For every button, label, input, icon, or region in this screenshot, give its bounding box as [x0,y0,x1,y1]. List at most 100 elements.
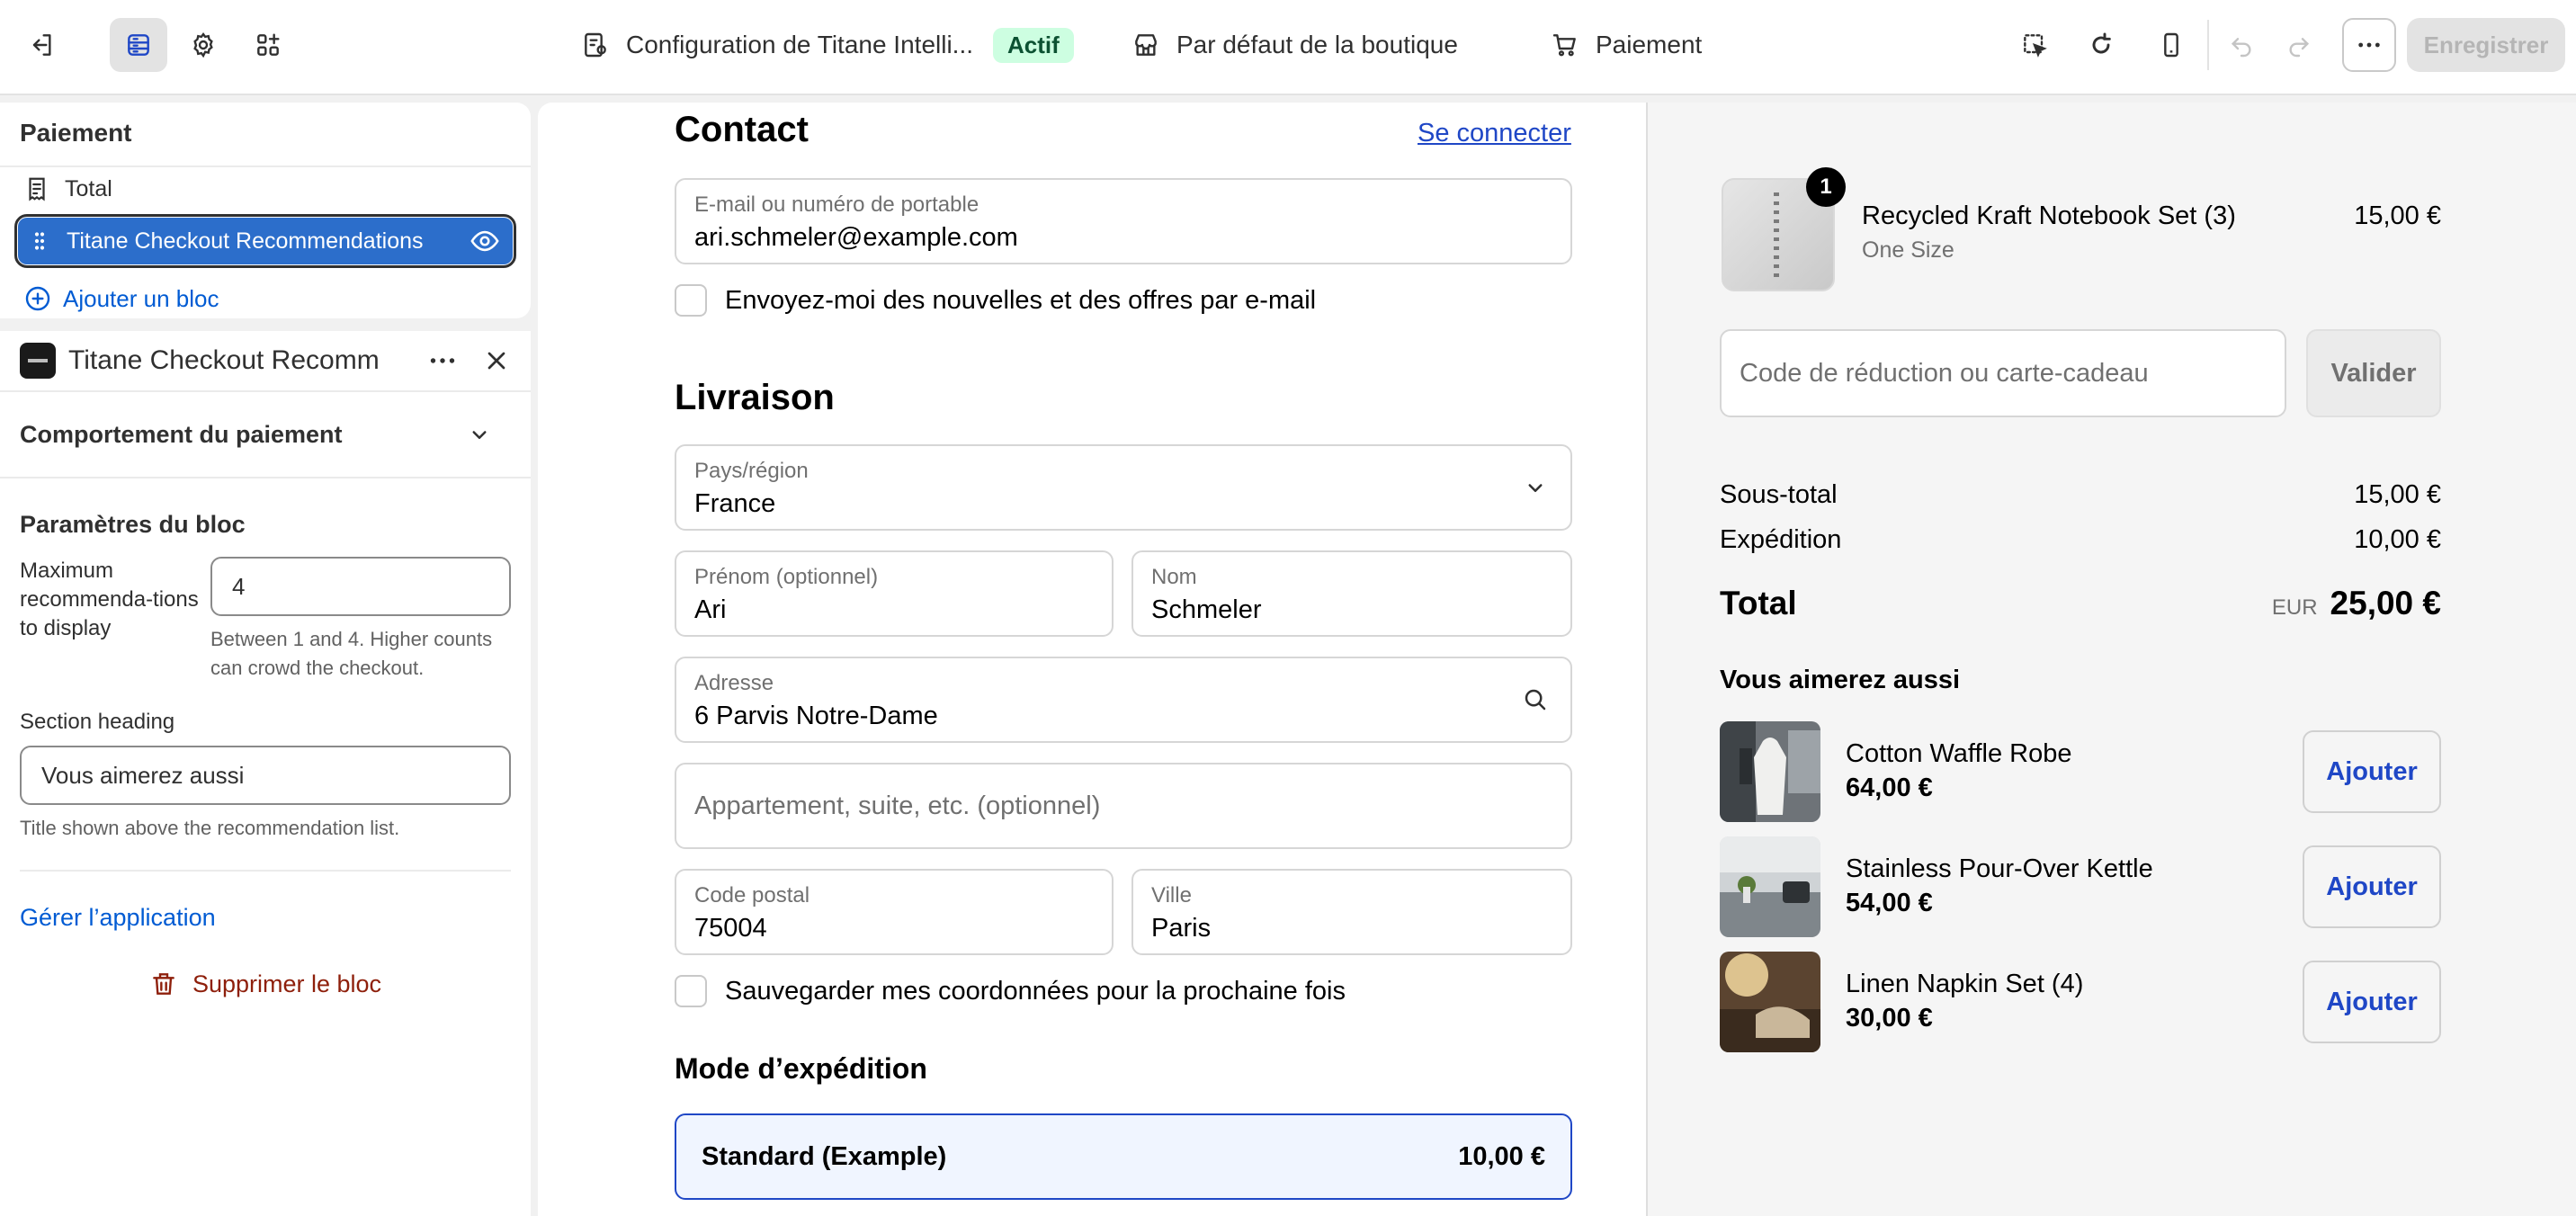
product-name: Recycled Kraft Notebook Set (3) [1862,201,2236,230]
address-field[interactable]: Adresse 6 Parvis Notre-Dame [675,657,1572,743]
subtotal-row: Sous-total 15,00 € [1720,480,2441,510]
checkout-behavior-toggle[interactable]: Comportement du paiement [0,392,531,478]
shipping-method-title: Mode d’expédition [675,1052,927,1085]
newsletter-checkbox[interactable] [675,284,707,317]
city-field[interactable]: Ville Paris [1131,869,1572,955]
recommendation-price: 30,00 € [1846,1004,1933,1033]
section-item-label: Total [65,175,112,201]
page-context-crumb[interactable]: Paiement [1551,25,1702,65]
cart-icon [1552,34,1576,57]
apartment-field[interactable]: Appartement, suite, etc. (optionnel) [675,763,1572,849]
max-recommendations-label: Maximum recommenda-tions to display [20,559,199,640]
receipt-icon [29,177,45,201]
refresh-button[interactable] [2072,18,2130,72]
product-image [1720,836,1820,937]
email-field[interactable]: E-mail ou numéro de portable ari.schmele… [675,178,1572,264]
firstname-label: Prénom (optionnel) [694,565,879,589]
max-recommendations-input[interactable]: 4 [210,557,511,616]
save-info-label: Sauvegarder mes coordonnées pour la proc… [725,976,1346,1006]
toolbar-divider [2207,20,2209,70]
postal-code-field[interactable]: Code postal 75004 [675,869,1114,955]
sections-panel: Paiement Total Titane Checkout Recommend… [0,103,531,318]
newsletter-checkbox-row[interactable]: Envoyez-moi des nouvelles et des offres … [675,284,1316,317]
address-value: 6 Parvis Notre-Dame [694,702,938,730]
more-actions-button[interactable] [2342,18,2396,72]
page-context-label: Paiement [1596,31,1703,58]
apartment-placeholder: Appartement, suite, etc. (optionnel) [694,791,1101,820]
recommendation-name: Stainless Pour-Over Kettle [1846,854,2153,883]
shipping-row: Expédition 10,00 € [1720,525,2441,555]
gear-icon [193,31,213,58]
recommendation-item: Cotton Waffle Robe 64,00 € Ajouter [1720,721,2441,822]
store-context-crumb[interactable]: Par défaut de la boutique [1131,25,1458,65]
inspector-button[interactable] [2006,18,2063,72]
contact-title: Contact [675,110,809,149]
add-recommendation-button[interactable]: Ajouter [2303,730,2441,813]
eye-icon[interactable] [470,226,500,256]
subtotal-value: 15,00 € [2354,480,2441,509]
delete-block-button[interactable]: Supprimer le bloc [0,970,531,998]
country-label: Pays/région [694,459,809,483]
save-info-checkbox-row[interactable]: Sauvegarder mes coordonnées pour la proc… [675,975,1346,1007]
product-image [1720,721,1820,822]
recommendation-price: 54,00 € [1846,889,1933,917]
save-button[interactable]: Enregistrer [2407,18,2565,72]
apps-button[interactable] [239,18,297,72]
country-select[interactable]: Pays/région France [675,444,1572,531]
block-params-title: Paramètres du bloc [20,511,246,538]
section-item-titane-recommendations[interactable]: Titane Checkout Recommendations [14,214,516,268]
recommendation-item: Stainless Pour-Over Kettle 54,00 € Ajout… [1720,836,2441,937]
shipping-label: Expédition [1720,525,1842,554]
redo-button[interactable] [2270,18,2328,72]
section-heading-help: Title shown above the recommendation lis… [20,817,400,839]
trash-icon [153,973,174,995]
save-info-checkbox[interactable] [675,975,707,1007]
login-link[interactable]: Se connecter [1418,119,1571,148]
refresh-icon [2092,32,2111,54]
app-config-crumb[interactable]: Configuration de Titane Intelli... Actif [581,25,1074,65]
total-row: Total EUR 25,00 € [1720,585,2441,622]
shipping-option-price: 10,00 € [1458,1141,1545,1171]
section-item-total[interactable]: Total [0,167,531,210]
store-context-label: Par défaut de la boutique [1176,31,1458,58]
app-config-title: Configuration de Titane Intelli... [626,31,974,58]
add-recommendation-button[interactable]: Ajouter [2303,845,2441,928]
mobile-icon [2164,32,2178,58]
add-recommendation-button[interactable]: Ajouter [2303,961,2441,1043]
firstname-field[interactable]: Prénom (optionnel) Ari [675,550,1114,637]
more-horizontal-icon[interactable] [426,344,459,377]
order-summary: 1 Recycled Kraft Notebook Set (3) One Si… [1646,103,2576,1216]
currency-code: EUR [2271,595,2318,620]
email-field-label: E-mail ou numéro de portable [694,192,979,217]
recommendations-title: Vous aimerez aussi [1720,666,1961,694]
sections-button[interactable] [110,18,167,72]
manage-app-link[interactable]: Gérer l’application [0,872,531,932]
add-block-button[interactable]: Ajouter un bloc [0,273,531,318]
firstname-value: Ari [694,595,727,624]
section-heading-label: Section heading [20,710,175,734]
shipping-option-standard[interactable]: Standard (Example) 10,00 € [675,1113,1572,1200]
undo-button[interactable] [2213,18,2270,72]
delivery-title: Livraison [675,378,835,417]
mobile-preview-button[interactable] [2142,18,2200,72]
plus-circle-icon [25,286,50,311]
redo-icon [2289,38,2310,58]
drag-handle-icon[interactable] [31,230,49,252]
recommendation-item: Linen Napkin Set (4) 30,00 € Ajouter [1720,952,2441,1052]
city-label: Ville [1151,883,1192,908]
apps-icon [257,33,280,56]
lastname-value: Schmeler [1151,595,1262,624]
validate-discount-button[interactable]: Valider [2306,329,2441,417]
discount-code-input[interactable]: Code de réduction ou carte-cadeau [1720,329,2286,417]
exit-button[interactable] [13,18,70,72]
block-settings-header: Titane Checkout Recomm [0,331,531,392]
subtotal-label: Sous-total [1720,480,1838,509]
product-variant: One Size [1862,237,1954,263]
section-heading-input[interactable]: Vous aimerez aussi [20,746,511,805]
close-icon[interactable] [482,346,511,375]
country-value: France [694,489,776,518]
section-heading-field: Section heading Vous aimerez aussi Title… [0,683,531,843]
discount-code-placeholder: Code de réduction ou carte-cadeau [1740,358,2149,388]
settings-button[interactable] [174,18,232,72]
lastname-field[interactable]: Nom Schmeler [1131,550,1572,637]
